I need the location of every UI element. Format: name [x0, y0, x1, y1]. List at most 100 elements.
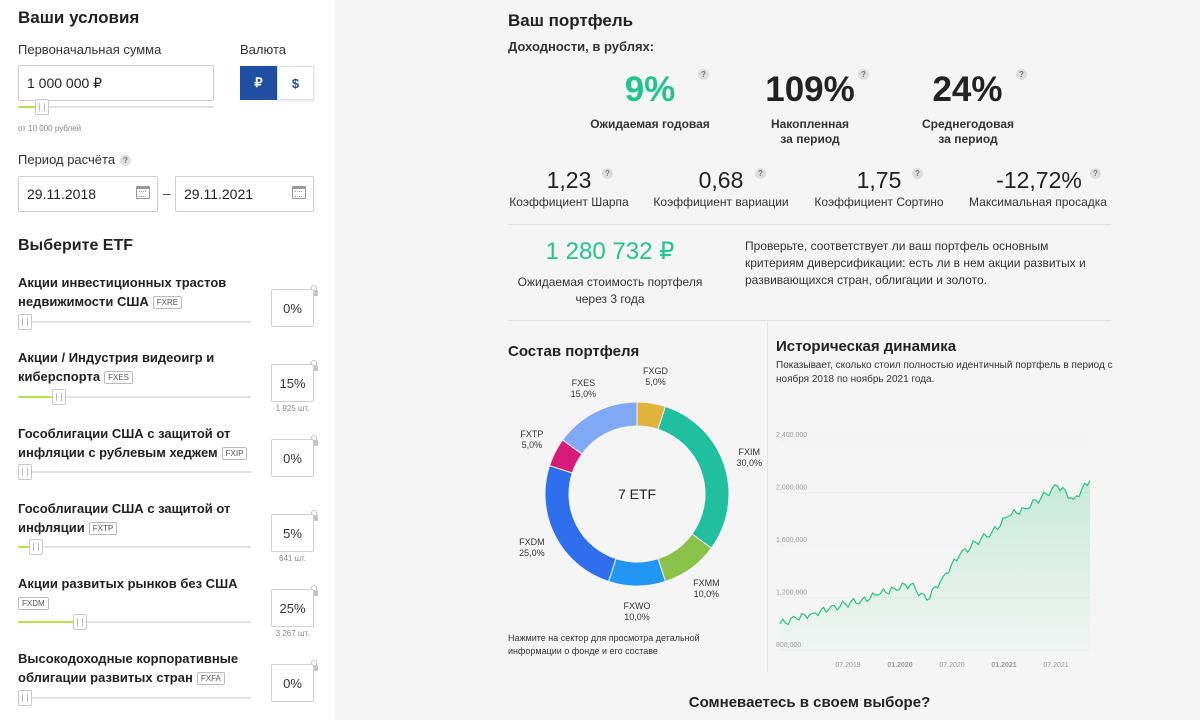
expected-portfolio-label: Ожидаемая стоимость портфеля через 3 года	[517, 275, 703, 306]
diversification-note: Проверьте, соответствует ли ваш портфель…	[745, 239, 1086, 287]
etf-ticker: FXES	[104, 371, 133, 385]
etf-name: Акции инвестиционных трастов недвижимост…	[18, 275, 227, 310]
donut-label-fxes: FXES 15,0%	[570, 377, 597, 399]
help-icon[interactable]: ?	[858, 69, 869, 80]
x-tick-label: 07.2019	[835, 662, 860, 669]
help-icon[interactable]: ?	[755, 168, 766, 179]
etf-slider[interactable]	[18, 614, 251, 630]
drawdown-label: Максимальная просадка	[969, 195, 1107, 209]
etf-shares: 641 шт.	[279, 554, 306, 563]
donut-label-fxgd: FXGD 5,0%	[642, 366, 668, 388]
x-tick-label: 01.2021	[991, 662, 1016, 669]
donut-slice-fxwo[interactable]	[607, 558, 667, 587]
etf-shares: 3 267 шт.	[275, 629, 310, 638]
currency-rub-button[interactable]: ₽	[240, 66, 277, 100]
help-icon[interactable]: ?	[912, 168, 923, 179]
cumulative-label: Накопленная за период	[770, 117, 850, 146]
bottom-question: Сомневаетесь в своем выборе?	[688, 694, 931, 711]
currency-usd-button[interactable]: $	[277, 66, 314, 100]
etf-name: Гособлигации США с защитой от инфляции с…	[18, 424, 248, 462]
donut-slice-fxim[interactable]	[657, 405, 730, 549]
etf-percent-input[interactable]: 5%	[271, 514, 314, 552]
variation-label: Коэффициент вариации	[653, 195, 789, 209]
donut-center-label: 7 ETF	[618, 486, 656, 502]
donut-label-fxdm: FXDM 25,0%	[519, 536, 545, 558]
etf-name: Высокодоходные корпоративные облигации р…	[18, 651, 239, 686]
help-icon[interactable]: ?	[1090, 168, 1101, 179]
donut-label-fxtp: FXTP 5,0%	[520, 429, 544, 451]
expected-annual-label: Ожидаемая годовая	[590, 117, 710, 131]
period-label: Период расчёта?	[18, 152, 132, 167]
etf-ticker: FXRE	[152, 296, 183, 310]
history-chart[interactable]: 2,400,000 2,000,000 1,600,000 1,200,000 800,…	[770, 425, 1110, 675]
y-tick-label: 1,200,000	[776, 590, 807, 597]
currency-label: Валюта	[240, 42, 286, 57]
help-icon[interactable]: ?	[602, 168, 613, 179]
etf-ticker: FXTP	[88, 522, 118, 536]
etf-percent-input[interactable]: 25%	[271, 589, 314, 627]
composition-hint: Нажмите на сектор для просмотра детально…	[508, 633, 700, 656]
conditions-title: Ваши условия	[18, 8, 140, 27]
sortino-label: Коэффициент Сортино	[814, 195, 944, 209]
y-tick-label: 800,000	[776, 642, 801, 649]
etf-ticker: FXDM	[18, 597, 49, 611]
x-tick-label: 07.2020	[939, 662, 964, 669]
avg-annual-label: Среднегодовая за период	[921, 117, 1015, 146]
etf-percent-input[interactable]: 0%	[271, 289, 314, 327]
calendar-icon[interactable]	[292, 186, 306, 199]
avg-annual-value: 24%	[932, 70, 1003, 109]
initial-sum-input[interactable]: 1 000 000 ₽	[18, 65, 214, 101]
expected-annual-value: 9%	[624, 70, 676, 109]
history-area	[780, 480, 1090, 650]
help-icon[interactable]: ?	[698, 69, 709, 80]
help-icon[interactable]: ?	[1016, 69, 1027, 80]
y-tick-label: 2,400,000	[776, 432, 807, 439]
etf-name: Акции развитых рынков без США FXDM	[18, 576, 238, 611]
initial-sum-handle[interactable]	[35, 99, 49, 115]
etf-slider-handle[interactable]	[18, 690, 32, 706]
expected-portfolio-value: 1 280 732 ₽	[545, 238, 675, 265]
etf-name: Акции / Индустрия видеоигр и киберспорта…	[18, 350, 215, 385]
donut-label-fxim: FXIM 30,0%	[736, 446, 762, 468]
x-tick-label: 07.2021	[1043, 662, 1068, 669]
etf-slider[interactable]	[18, 539, 251, 555]
etf-slider-handle[interactable]	[18, 464, 32, 480]
etf-slider[interactable]	[18, 314, 251, 330]
composition-title: Состав портфеля	[508, 343, 640, 360]
divider	[767, 321, 768, 672]
composition-donut[interactable]: 7 ETF	[527, 384, 747, 604]
etf-slider-handle[interactable]	[18, 314, 32, 330]
divider	[508, 224, 1111, 225]
etf-ticker: FXFA	[196, 672, 225, 686]
etf-slider[interactable]	[18, 464, 251, 480]
etf-percent-input[interactable]: 0%	[271, 664, 314, 702]
calendar-icon[interactable]	[136, 186, 150, 199]
donut-label-fxwo: FXWO 10,0%	[623, 601, 651, 622]
etf-shares: 1 925 шт.	[275, 404, 310, 413]
history-title: Историческая динамика	[776, 338, 957, 355]
donut-slice-fxdm[interactable]	[544, 464, 617, 583]
etf-percent-input[interactable]: 0%	[271, 439, 314, 477]
initial-sum-slider[interactable]	[18, 99, 214, 115]
help-icon[interactable]: ?	[120, 155, 132, 167]
portfolio-title: Ваш портфель	[508, 11, 634, 30]
etf-ticker: FXIP	[221, 447, 248, 461]
drawdown-value: -12,72%	[996, 167, 1082, 193]
etf-slider-handle[interactable]	[73, 614, 87, 630]
divider	[508, 320, 1111, 321]
initial-sum-min: от 10 000 рублей	[18, 124, 82, 133]
etf-slider[interactable]	[18, 389, 251, 405]
etf-slider[interactable]	[18, 690, 251, 706]
history-subtitle: Показывает, сколько стоил полностью иден…	[776, 360, 1113, 385]
x-tick-label: 01.2020	[887, 662, 912, 669]
y-tick-label: 2,000,000	[776, 485, 807, 492]
etf-slider-handle[interactable]	[52, 389, 66, 405]
initial-sum-label: Первоначальная сумма	[18, 42, 162, 57]
sharpe-label: Коэффициент Шарпа	[509, 195, 629, 209]
date-separator: –	[163, 186, 171, 201]
etf-percent-input[interactable]: 15%	[271, 364, 314, 402]
donut-label-fxmm: FXMM 10,0%	[693, 578, 720, 600]
donut-slice-fxes[interactable]	[561, 401, 638, 455]
etf-section-title: Выберите ETF	[18, 237, 134, 254]
etf-slider-handle[interactable]	[29, 539, 43, 555]
